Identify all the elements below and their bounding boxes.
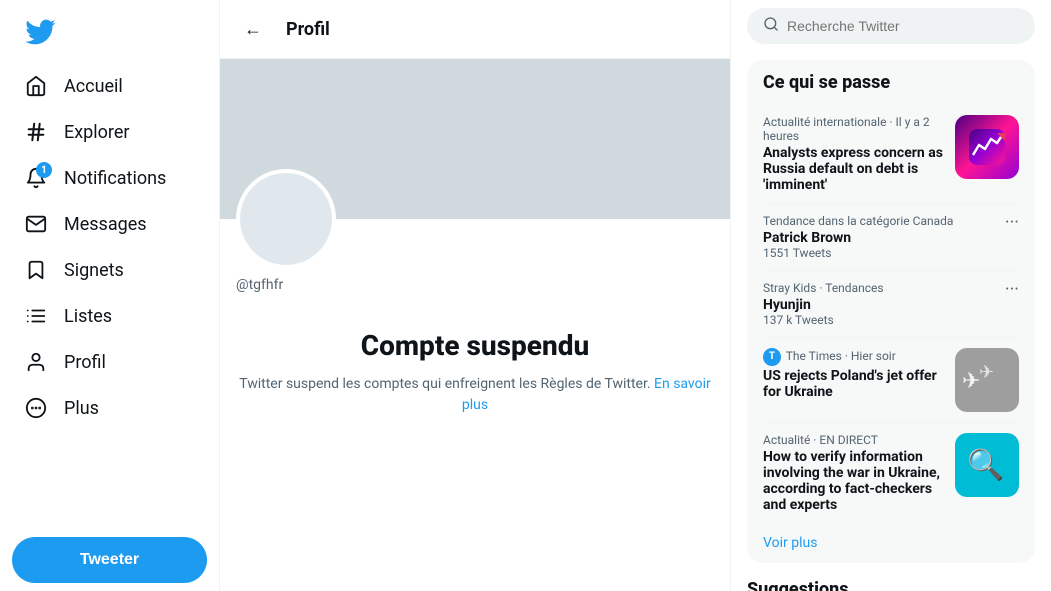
suspended-description: Twitter suspend les comptes qui enfreign… — [236, 374, 714, 416]
times-logo-icon: T — [763, 348, 781, 366]
more-options-icon[interactable]: ··· — [1005, 214, 1019, 232]
username: @tgfhfr — [220, 269, 730, 297]
sidebar-item-notifications[interactable]: 1 Notifications — [12, 156, 207, 200]
trend-left: Actualité · EN DIRECT How to verify info… — [763, 433, 955, 513]
trend-left: Actualité internationale · Il y a 2 heur… — [763, 115, 955, 193]
trend-image-jets: ✈ ✈ — [955, 348, 1019, 412]
trend-name-patrick: Patrick Brown — [763, 230, 997, 246]
profile-header-bar: ← Profil — [220, 0, 730, 59]
trend-image-stocks — [955, 115, 1019, 179]
dots-circle-icon — [24, 396, 48, 420]
trending-section: Ce qui se passe Actualité internationale… — [747, 60, 1035, 563]
hash-icon — [24, 120, 48, 144]
suggestions-title: Suggestions — [747, 579, 1035, 591]
trend-meta-patrick: Tendance dans la catégorie Canada — [763, 214, 997, 228]
trend-name-jets: US rejects Poland's jet offer for Ukrain… — [763, 368, 955, 400]
sidebar-item-profil[interactable]: Profil — [12, 340, 207, 384]
sidebar-item-messages[interactable]: Messages — [12, 202, 207, 246]
sidebar-item-explorer[interactable]: Explorer — [12, 110, 207, 154]
notification-badge: 1 — [36, 162, 52, 178]
sidebar-item-listes[interactable]: Listes — [12, 294, 207, 338]
trend-name-debt: Analysts express concern as Russia defau… — [763, 145, 955, 193]
sidebar-item-label-plus: Plus — [64, 398, 99, 419]
avatar — [236, 169, 336, 269]
twitter-logo — [12, 8, 207, 60]
sidebar-item-signets[interactable]: Signets — [12, 248, 207, 292]
search-bar — [747, 8, 1035, 44]
page-title: Profil — [286, 19, 330, 40]
bell-icon: 1 — [24, 166, 48, 190]
search-input[interactable] — [787, 18, 1019, 34]
search-icon — [763, 16, 779, 36]
more-options-icon[interactable]: ··· — [1005, 281, 1019, 299]
sidebar-item-label-notifications: Notifications — [64, 168, 166, 189]
sidebar-item-accueil[interactable]: Accueil — [12, 64, 207, 108]
avatar-container — [236, 169, 336, 269]
sidebar-nav: Accueil Explorer 1 Notifications — [12, 64, 207, 525]
voir-plus-link[interactable]: Voir plus — [763, 523, 1019, 551]
bookmark-icon — [24, 258, 48, 282]
svg-text:✈: ✈ — [979, 362, 994, 383]
sidebar-item-plus[interactable]: Plus — [12, 386, 207, 430]
tweet-button[interactable]: Tweeter — [12, 537, 207, 583]
trend-item-ukraine[interactable]: Actualité · EN DIRECT How to verify info… — [763, 422, 1019, 523]
suspended-section: Compte suspendu Twitter suspend les comp… — [220, 297, 730, 448]
svg-text:🔍: 🔍 — [967, 445, 1004, 483]
list-icon — [24, 304, 48, 328]
right-panel: Ce qui se passe Actualité internationale… — [731, 0, 1051, 591]
envelope-icon — [24, 212, 48, 236]
sidebar-item-label-profil: Profil — [64, 352, 106, 373]
suspended-title: Compte suspendu — [236, 329, 714, 362]
trend-meta-hyunjin: Stray Kids · Tendances — [763, 281, 997, 295]
svg-text:✈: ✈ — [962, 369, 980, 394]
sidebar-item-label-signets: Signets — [64, 260, 124, 281]
trend-name-hyunjin: Hyunjin — [763, 297, 997, 313]
sidebar-item-label-explorer: Explorer — [64, 122, 130, 143]
trend-item-jets[interactable]: T The Times · Hier soir US rejects Polan… — [763, 337, 1019, 422]
trend-left: T The Times · Hier soir US rejects Polan… — [763, 348, 955, 400]
sidebar: Accueil Explorer 1 Notifications — [0, 0, 220, 591]
main-content: ← Profil @tgfhfr Compte suspendu Twitter… — [220, 0, 731, 591]
trend-meta-debt: Actualité internationale · Il y a 2 heur… — [763, 115, 955, 143]
trend-image-ukraine: 🔍 — [955, 433, 1019, 497]
person-icon — [24, 350, 48, 374]
trend-name-ukraine: How to verify information involving the … — [763, 449, 955, 513]
trend-meta-jets: T The Times · Hier soir — [763, 348, 955, 366]
trend-item-debt[interactable]: Actualité internationale · Il y a 2 heur… — [763, 105, 1019, 203]
sidebar-item-label-accueil: Accueil — [64, 76, 123, 97]
trend-item-hyunjin[interactable]: Stray Kids · Tendances Hyunjin 137 k Twe… — [763, 270, 1019, 337]
house-icon — [24, 74, 48, 98]
trending-title: Ce qui se passe — [763, 72, 1019, 93]
suspended-desc-text: Twitter suspend les comptes qui enfreign… — [239, 376, 650, 392]
sidebar-item-label-messages: Messages — [64, 214, 147, 235]
trend-item-patrick-brown[interactable]: Tendance dans la catégorie Canada Patric… — [763, 203, 1019, 270]
trend-meta-ukraine: Actualité · EN DIRECT — [763, 433, 955, 447]
back-button[interactable]: ← — [236, 12, 270, 46]
trend-left: Tendance dans la catégorie Canada Patric… — [763, 214, 997, 260]
sidebar-item-label-listes: Listes — [64, 306, 112, 327]
trend-left: Stray Kids · Tendances Hyunjin 137 k Twe… — [763, 281, 997, 327]
trend-count-patrick: 1551 Tweets — [763, 246, 997, 260]
trend-count-hyunjin: 137 k Tweets — [763, 313, 997, 327]
